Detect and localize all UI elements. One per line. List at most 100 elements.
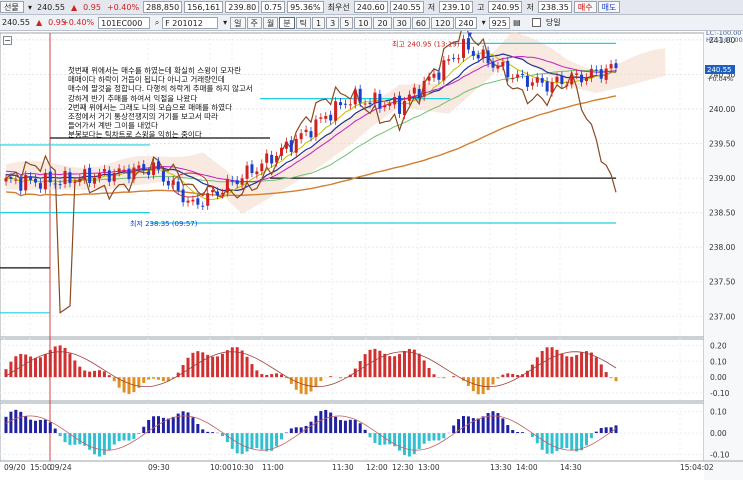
- indicator2-bar: [43, 419, 47, 434]
- interval-10[interactable]: 10: [354, 16, 373, 29]
- time-tick-label: 14:30: [560, 463, 582, 472]
- chevron-down-icon[interactable]: ▾: [479, 18, 489, 27]
- indicator1-bar: [48, 350, 52, 378]
- indicator2-bar: [580, 433, 584, 451]
- quote-toolbar: 선물 ▾ 240.55 ▲ 0.95 +0.40% 288,850 156,16…: [0, 0, 743, 15]
- indicator2-bar: [73, 433, 77, 445]
- price-tick-label: 238.00: [709, 243, 735, 252]
- search-icon[interactable]: ⌕: [152, 18, 162, 28]
- indicator2-bar: [186, 412, 190, 434]
- candle: [452, 57, 456, 59]
- indicator1-bar: [314, 377, 318, 387]
- period-week[interactable]: 주: [246, 16, 262, 29]
- low-field: 239.10: [439, 1, 474, 13]
- indicator2-bar: [324, 409, 328, 434]
- time-tick-label: 09/20: [4, 463, 26, 472]
- candle: [250, 164, 254, 174]
- indicator2-bar: [275, 433, 279, 447]
- ask-field: 240.55: [389, 1, 424, 13]
- indicator1-bar: [594, 357, 598, 378]
- interval-60[interactable]: 60: [411, 16, 431, 29]
- mode-selector[interactable]: 선물: [0, 1, 24, 13]
- candle: [93, 178, 97, 184]
- period-tick[interactable]: 틱: [295, 16, 311, 29]
- price-tick-label: 239.00: [709, 174, 735, 183]
- indicator1-bar: [432, 374, 436, 378]
- candle: [230, 180, 234, 182]
- today-label: 당일: [545, 18, 561, 27]
- interval-1[interactable]: 1: [312, 16, 326, 29]
- candle: [176, 181, 180, 191]
- indicator2-bar: [462, 416, 465, 434]
- indicator2-bar: [29, 419, 33, 434]
- indicator2-bar: [329, 412, 333, 434]
- candle: [19, 178, 23, 191]
- bars-icon[interactable]: ▤: [512, 18, 522, 27]
- indicator2-bar: [570, 433, 574, 450]
- indicator2-bar: [152, 416, 156, 434]
- period-day[interactable]: 일: [230, 16, 246, 29]
- time-tick-label: 09/24: [50, 463, 72, 472]
- indicator1-bar: [575, 355, 579, 378]
- annotation-line: 매수에 팔것을 정합니다. 다행히 하락게 추매를 하지 않고서: [68, 84, 253, 94]
- collapse-toggle-icon[interactable]: −: [3, 36, 12, 45]
- count-input[interactable]: 925: [488, 16, 510, 29]
- candle: [260, 163, 264, 172]
- candle: [334, 101, 338, 121]
- interval-input[interactable]: 240: [455, 16, 477, 29]
- candle: [201, 205, 205, 207]
- candle: [447, 59, 451, 61]
- sell-button[interactable]: 매도: [597, 1, 621, 13]
- candle: [609, 64, 613, 69]
- candle: [398, 95, 402, 114]
- indicator1-bar: [417, 353, 421, 378]
- indicator1-bar: [152, 377, 156, 379]
- indicator2-bar: [279, 433, 283, 440]
- high-label: 고: [477, 2, 485, 12]
- candle: [545, 81, 549, 92]
- candle: [14, 179, 18, 181]
- indicator1-bar: [78, 366, 82, 378]
- candle: [427, 76, 431, 81]
- indicator2-bar: [516, 431, 520, 434]
- interval-5[interactable]: 5: [340, 16, 354, 29]
- indicator1-bar: [161, 377, 165, 382]
- candle: [97, 172, 101, 179]
- open-field: 238.35: [537, 1, 572, 13]
- indicator2-bar: [211, 432, 215, 434]
- value3-field: 95.36%: [287, 1, 324, 13]
- indicator1-bar: [53, 346, 57, 378]
- candle: [289, 140, 293, 152]
- indicator1-bar: [486, 377, 490, 391]
- indicator1-bar: [383, 353, 387, 378]
- today-checkbox[interactable]: [531, 18, 541, 27]
- indicator2-bar: [245, 433, 249, 452]
- code-input[interactable]: 101EC000: [98, 16, 151, 29]
- chevron-down-icon[interactable]: ▾: [220, 18, 230, 27]
- candle: [4, 178, 8, 182]
- change-percent: +0.40%: [106, 2, 140, 12]
- interval-30[interactable]: 30: [392, 16, 411, 29]
- time-tick-label: 09:30: [148, 463, 170, 472]
- contract-input[interactable]: F 201012: [162, 16, 219, 29]
- interval-20[interactable]: 20: [373, 16, 392, 29]
- indicator2-bar: [107, 433, 111, 450]
- indicator2-bar: [565, 433, 569, 449]
- period-minute[interactable]: 분: [279, 16, 295, 29]
- indicator1-tick-label: 0.20: [710, 341, 727, 350]
- indicator2-bar: [260, 433, 264, 450]
- indicator1-bar: [9, 361, 13, 378]
- indicator1-bar: [437, 377, 441, 378]
- left-quote-box: 240.55 ▲ 0.95: [0, 18, 66, 27]
- interval-120[interactable]: 120: [431, 16, 455, 29]
- chevron-down-icon[interactable]: ▾: [25, 3, 35, 12]
- period-month[interactable]: 월: [262, 16, 279, 29]
- interval-3[interactable]: 3: [326, 16, 340, 29]
- indicator1-bar: [501, 374, 505, 378]
- indicator2-bar: [250, 433, 254, 449]
- candle: [599, 69, 603, 79]
- candle: [535, 77, 539, 83]
- indicator2-bar: [442, 433, 446, 439]
- indicator1-bar: [127, 377, 131, 395]
- buy-button[interactable]: 매수: [573, 1, 597, 13]
